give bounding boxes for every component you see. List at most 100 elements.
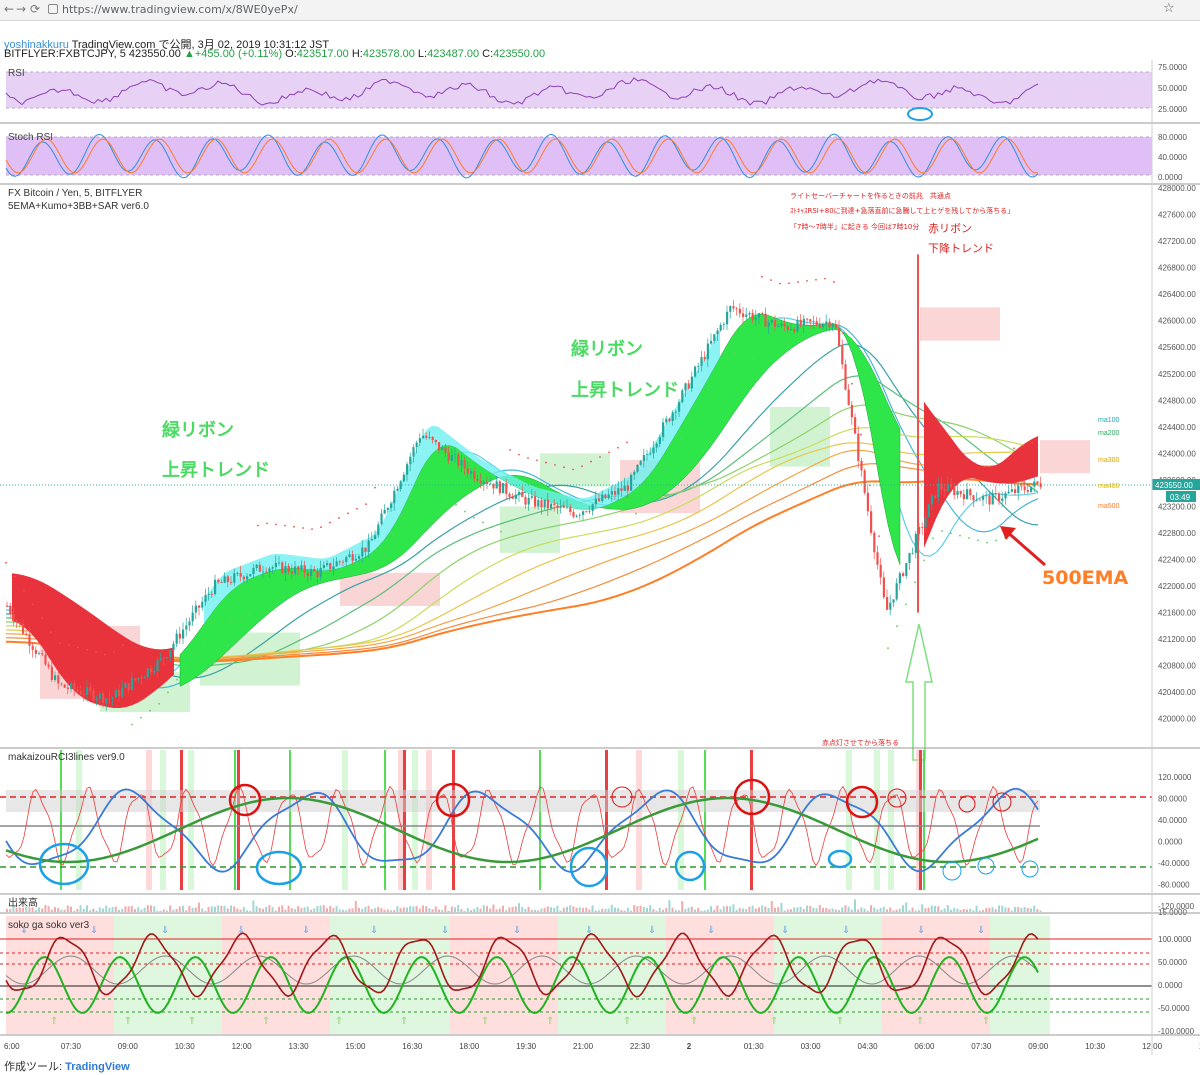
down-arrow-icon: ⇓ [370,925,378,936]
candle-body [636,464,639,472]
rci-bg-bar [188,750,194,890]
candle-body [572,512,575,517]
volume-bar [105,905,108,912]
volume-bar [575,907,578,912]
volume-bar [329,906,332,912]
sar-dot [428,482,430,485]
volume-bar [415,906,418,912]
volume-bar [1007,907,1010,912]
ema-line [5,317,1039,694]
back-icon[interactable]: ← [4,2,14,16]
candle-body [249,574,252,577]
price-tick: 421600.00 [1158,609,1196,618]
trading-chart[interactable]: RSI 75.0000 50.0000 25.0000 Stoch RSI 80… [0,60,1200,1055]
candle-body [799,319,802,326]
volume-bar [652,909,655,912]
volume-bar [767,907,770,912]
candle-body [658,437,661,444]
candle-body [662,422,665,438]
candle-body [6,605,9,607]
candle-body [111,697,114,700]
tradingview-logo[interactable]: TradingView [65,1061,130,1073]
candle-body [9,606,12,614]
forward-icon[interactable]: → [16,2,26,16]
rci-red-bar [237,750,240,890]
price-tick: 420400.00 [1158,688,1196,697]
candle-body [118,689,121,697]
volume-bar [863,908,866,912]
candle-body [844,364,847,390]
candle-body [969,489,972,496]
candle-body [447,452,450,461]
volume-bar [882,906,885,912]
time-tick: 10:30 [1085,1042,1106,1051]
volume-bar [140,909,143,912]
candle-body [54,675,57,680]
time-tick: 21:00 [573,1042,594,1051]
volume-bar [911,907,914,912]
volume-bar [620,909,623,912]
url-field[interactable]: https://www.tradingview.com/x/8WE0yePx/ [62,3,298,16]
candle-body [642,455,645,461]
candle-body [47,664,50,667]
volume-bar [658,907,661,912]
volume-bar [610,904,613,912]
candle-body [319,568,322,577]
volume-bar [569,905,572,912]
candle-body [358,556,361,559]
reload-icon[interactable]: ⟳ [30,2,40,16]
volume-bar [380,908,383,912]
rci-red-bar [919,750,922,890]
volume-bar [918,910,920,912]
candle-body [620,488,623,491]
volume-bar [89,910,92,912]
annotation-downtrend: 下降トレンド [928,241,994,255]
sar-dot [734,351,736,354]
volume-bar [857,909,860,912]
candle-body [508,493,511,497]
candle-body [546,499,549,509]
sar-dot [68,644,70,647]
sar-dot [689,421,691,423]
volume-bar [226,908,229,912]
volume-bar [975,905,978,912]
candle-body [479,480,482,484]
rsi-tick: 50.0000 [1158,84,1187,93]
candle-body [108,698,111,700]
volume-bar [444,905,447,912]
volume-bar [879,907,882,912]
volume-bar [905,902,908,912]
candle-body [463,460,466,469]
candle-body [34,649,37,655]
sar-dot [311,528,313,531]
sar-dot [329,521,331,524]
volume-bar [546,906,549,912]
volume-bar [697,907,700,912]
sar-dot [545,461,547,464]
candle-body [687,383,690,389]
candle-body [604,494,607,499]
soko-bg-strip [66,916,78,1034]
bookmark-star-icon[interactable]: ☆ [1163,1,1175,16]
rci-red-bar [403,750,406,890]
candle-body [703,357,706,360]
soko-bg-strip [270,916,282,1034]
volume-bar [649,905,652,912]
sar-dot [590,460,592,463]
volume-bar [143,907,146,912]
volume-bar [860,907,863,912]
soko-bg-strip [1038,916,1050,1034]
volume-bar [201,908,204,912]
candle-body [70,683,73,689]
sar-dot [770,279,772,282]
candle-body [348,554,351,558]
price-tick: 427200.00 [1158,237,1196,246]
candle-body [1036,481,1039,484]
volume-bar [345,910,348,912]
sar-dot [185,666,187,668]
sar-dot [779,282,781,285]
volume-bar [316,905,319,912]
candle-body [204,594,207,602]
sar-dot [725,356,727,359]
down-arrow-icon: ⇓ [302,925,310,936]
